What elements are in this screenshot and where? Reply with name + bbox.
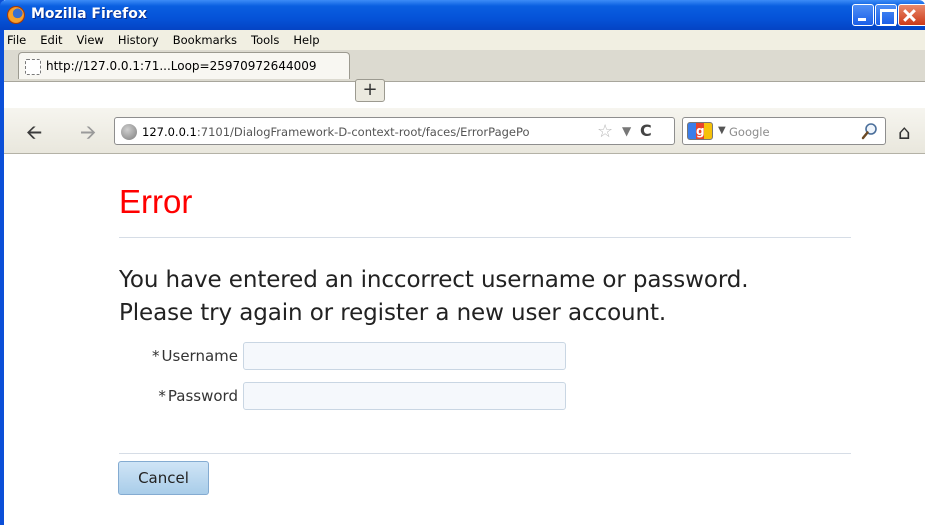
new-tab-button[interactable]: + (355, 79, 385, 102)
menu-edit[interactable]: Edit (33, 33, 69, 47)
tab-active[interactable]: http://127.0.0.1:71...Loop=2597097264400… (18, 52, 350, 79)
cancel-button[interactable]: Cancel (118, 461, 209, 495)
page-title: Error (119, 183, 193, 220)
username-input[interactable] (243, 342, 566, 370)
menu-tools[interactable]: Tools (244, 33, 286, 47)
firefox-logo-icon (7, 6, 25, 24)
minimize-button[interactable] (852, 4, 874, 26)
password-label: * Password (158, 387, 238, 405)
blank-page-icon (25, 59, 41, 75)
window-title: Mozilla Firefox (31, 6, 147, 22)
title-bar: Mozilla Firefox (0, 0, 925, 30)
home-icon[interactable]: ⌂ (898, 120, 911, 144)
menu-bar: File Edit View History Bookmarks Tools H… (4, 30, 925, 50)
close-button[interactable] (898, 4, 925, 26)
error-message-line-1: You have entered an inccorrect username … (119, 267, 749, 293)
menu-history[interactable]: History (111, 33, 166, 47)
search-placeholder[interactable]: Google (729, 125, 770, 139)
error-message: You have entered an inccorrect username … (119, 264, 749, 330)
required-marker: * (152, 347, 160, 365)
password-input[interactable] (243, 382, 566, 410)
forward-arrow-icon[interactable]: 🡪 (80, 122, 96, 142)
bookmark-star-icon[interactable]: ☆ (597, 121, 613, 142)
search-engine-dropdown-icon[interactable]: ▼ (718, 125, 726, 136)
password-row: * Password (118, 382, 566, 410)
required-marker: * (158, 387, 166, 405)
divider (119, 237, 851, 238)
error-message-line-2: Please try again or register a new user … (119, 300, 667, 326)
tab-label: http://127.0.0.1:71...Loop=2597097264400… (46, 59, 317, 73)
menu-help[interactable]: Help (286, 33, 326, 47)
globe-icon (121, 124, 137, 140)
menu-view[interactable]: View (70, 33, 111, 47)
reload-icon[interactable]: C (640, 121, 652, 140)
menu-bookmarks[interactable]: Bookmarks (166, 33, 244, 47)
url-dropdown-icon[interactable]: ▼ (622, 124, 631, 138)
menu-file[interactable]: File (4, 33, 33, 47)
search-bar[interactable]: g ▼ Google (682, 117, 886, 145)
google-logo-icon[interactable]: g (687, 122, 713, 140)
username-label: * Username (152, 347, 238, 365)
maximize-button[interactable] (875, 4, 897, 26)
divider (119, 453, 851, 454)
back-arrow-icon[interactable]: 🡨 (26, 122, 42, 142)
url-text[interactable]: 127.0.0.1:7101/DialogFramework-D-context… (142, 125, 592, 139)
url-bar[interactable]: 127.0.0.1:7101/DialogFramework-D-context… (114, 117, 675, 145)
magnifier-icon[interactable] (861, 122, 879, 140)
username-row: * Username (118, 342, 566, 370)
